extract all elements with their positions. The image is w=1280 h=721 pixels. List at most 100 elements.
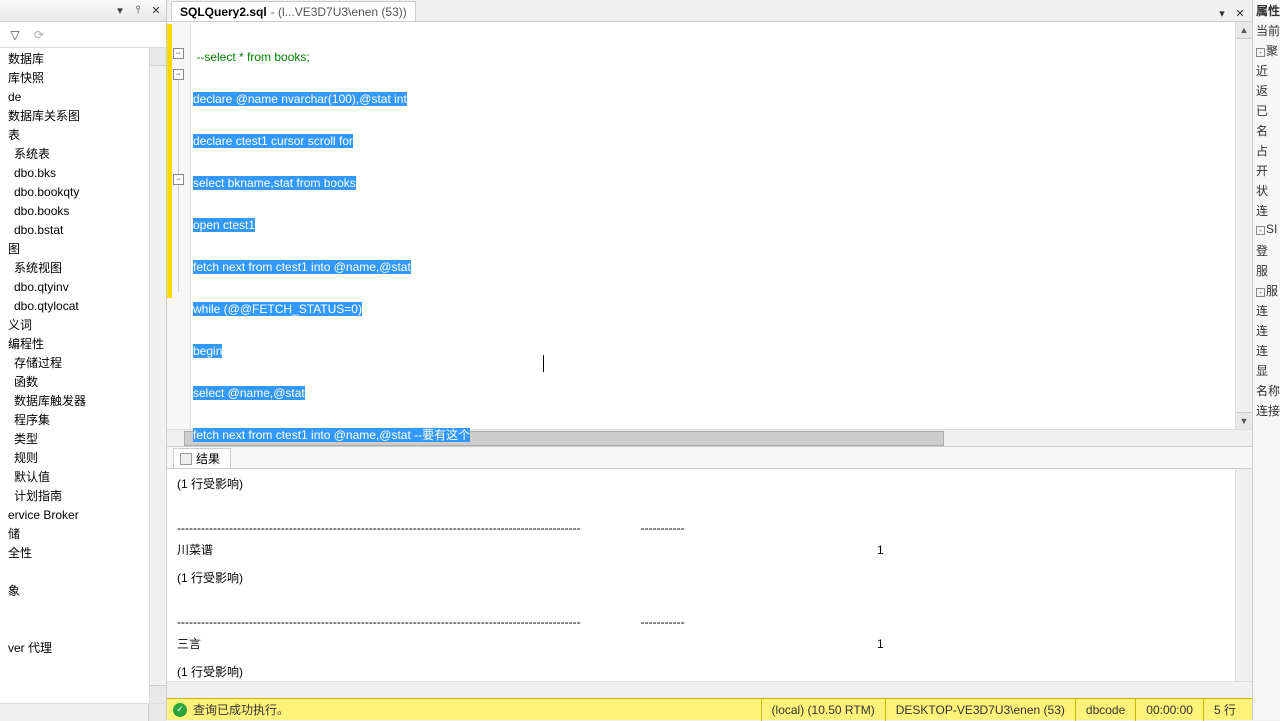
property-row: 登: [1253, 242, 1280, 262]
code-line: while (@@FETCH_STATUS=0): [193, 302, 362, 316]
tree-vertical-scrollbar[interactable]: [149, 48, 166, 703]
main-area: SQLQuery2.sql - (l...VE3D7U3\enen (53)) …: [167, 0, 1252, 720]
property-row: 连: [1253, 202, 1280, 222]
tree-item[interactable]: 计划指南: [0, 487, 166, 506]
tree-item[interactable]: 默认值: [0, 468, 166, 487]
results-pane[interactable]: (1 行受影响) -------------------------------…: [167, 468, 1252, 698]
tree-item[interactable]: ver 代理: [0, 639, 166, 658]
pin-icon[interactable]: ⫯: [130, 3, 146, 19]
tree-item[interactable]: dbo.bstat: [0, 221, 166, 240]
fold-icon[interactable]: −: [173, 174, 184, 185]
tree-item[interactable]: 存储过程: [0, 354, 166, 373]
status-rows: 5 行: [1203, 699, 1246, 721]
code-line: fetch next from ctest1 into @name,@stat: [193, 428, 414, 442]
code-comment: --要有这个: [414, 428, 470, 442]
tree-item[interactable]: ervice Broker: [0, 506, 166, 525]
code-line: declare ctest1 cursor scroll for: [193, 134, 353, 148]
tab-close-icon[interactable]: ✕: [1232, 5, 1248, 21]
property-row: 服: [1253, 262, 1280, 282]
tree-item[interactable]: [0, 620, 166, 639]
tree-item[interactable]: 储: [0, 525, 166, 544]
property-row: 近: [1253, 62, 1280, 82]
tree-item[interactable]: 全性: [0, 544, 166, 563]
scroll-down-icon[interactable]: ▼: [1236, 412, 1252, 429]
scroll-right-icon[interactable]: ▶: [154, 707, 162, 718]
properties-panel: 属性 当前-聚近返已名占开状连-SI登服-服连连连显名称连接: [1252, 0, 1280, 720]
editor-gutter: − − −: [167, 22, 191, 429]
tree-horizontal-scrollbar[interactable]: ▶: [0, 703, 166, 720]
code-area[interactable]: --select * from books; declare @name nva…: [191, 22, 1252, 429]
tree-item[interactable]: 规则: [0, 449, 166, 468]
tab-dropdown-icon[interactable]: ▾: [1214, 5, 1230, 21]
tab-context: - (l...VE3D7U3\enen (53)): [271, 5, 407, 19]
tree-item[interactable]: 程序集: [0, 411, 166, 430]
property-row: 连接: [1253, 402, 1280, 422]
dropdown-icon[interactable]: ▾: [112, 3, 128, 19]
tree-item[interactable]: 系统视图: [0, 259, 166, 278]
property-row: 连: [1253, 342, 1280, 362]
property-row: 连: [1253, 322, 1280, 342]
tree-item[interactable]: dbo.qtyinv: [0, 278, 166, 297]
tree-item[interactable]: [0, 601, 166, 620]
tree-item[interactable]: 义词: [0, 316, 166, 335]
tree-item[interactable]: 数据库触发器: [0, 392, 166, 411]
code-line: open ctest1: [193, 218, 255, 232]
tab-sqlquery2[interactable]: SQLQuery2.sql - (l...VE3D7U3\enen (53)): [171, 1, 416, 21]
editor-vertical-scrollbar[interactable]: ▲ ▼: [1235, 22, 1252, 429]
results-text: 川菜谱: [177, 539, 877, 561]
results-icon: [180, 453, 192, 465]
property-row: -服: [1253, 282, 1280, 302]
status-time: 00:00:00: [1135, 699, 1203, 721]
property-row: 名称: [1253, 382, 1280, 402]
results-text: (1 行受影响): [177, 473, 1242, 495]
property-row: 返: [1253, 82, 1280, 102]
refresh-icon[interactable]: ⟳: [30, 26, 48, 44]
code-line: begin: [193, 344, 222, 358]
tree-item[interactable]: dbo.bookqty: [0, 183, 166, 202]
code-line: --select * from books;: [196, 50, 309, 64]
code-line: fetch next from ctest1 into @name,@stat: [193, 260, 411, 274]
results-text: (1 行受影响): [177, 567, 1242, 589]
tree-item[interactable]: dbo.books: [0, 202, 166, 221]
code-line: select bkname,stat from books: [193, 176, 356, 190]
code-line: declare @name nvarchar(100),@stat int: [193, 92, 407, 106]
tree-item[interactable]: 编程性: [0, 335, 166, 354]
status-db: dbcode: [1075, 699, 1135, 721]
scroll-up-icon[interactable]: ▲: [1236, 22, 1252, 39]
results-text: 1: [877, 633, 884, 655]
fold-icon[interactable]: −: [173, 69, 184, 80]
code-line: select @name,@stat: [193, 386, 305, 400]
tree-item[interactable]: [0, 563, 166, 582]
object-tree[interactable]: 数据库库快照de数据库关系图表系统表dbo.bksdbo.bookqtydbo.…: [0, 48, 166, 703]
tree-item[interactable]: 系统表: [0, 145, 166, 164]
results-vertical-scrollbar[interactable]: [1235, 469, 1252, 681]
results-horizontal-scrollbar[interactable]: [167, 681, 1252, 698]
status-user: DESKTOP-VE3D7U3\enen (53): [885, 699, 1075, 721]
object-explorer: ▾ ⫯ ✕ ▽ ⟳ 数据库库快照de数据库关系图表系统表dbo.bksdbo.b…: [0, 0, 167, 720]
filter-icon[interactable]: ▽: [6, 26, 24, 44]
tree-item[interactable]: 类型: [0, 430, 166, 449]
tree-item[interactable]: dbo.bks: [0, 164, 166, 183]
fold-icon[interactable]: −: [173, 48, 184, 59]
property-row: 连: [1253, 302, 1280, 322]
tree-item[interactable]: 数据库关系图: [0, 107, 166, 126]
status-server: (local) (10.50 RTM): [761, 699, 885, 721]
property-row: 已: [1253, 102, 1280, 122]
panel-header: ▾ ⫯ ✕: [0, 0, 166, 22]
tree-item[interactable]: 库快照: [0, 69, 166, 88]
tree-item[interactable]: 象: [0, 582, 166, 601]
results-text: (1 行受影响): [177, 661, 1242, 683]
property-row: 开: [1253, 162, 1280, 182]
tree-item[interactable]: dbo.qtylocat: [0, 297, 166, 316]
results-divider: ----------------------------------------…: [177, 517, 1242, 539]
close-icon[interactable]: ✕: [148, 3, 164, 19]
property-row: -SI: [1253, 222, 1280, 242]
tree-item[interactable]: 表: [0, 126, 166, 145]
tree-item[interactable]: 函数: [0, 373, 166, 392]
tree-item[interactable]: 图: [0, 240, 166, 259]
success-icon: ✓: [173, 703, 187, 717]
results-text: 三言: [177, 633, 877, 655]
sql-editor[interactable]: − − − --select * from books; declare @na…: [167, 22, 1252, 429]
tree-item[interactable]: de: [0, 88, 166, 107]
tree-item[interactable]: 数据库: [0, 50, 166, 69]
